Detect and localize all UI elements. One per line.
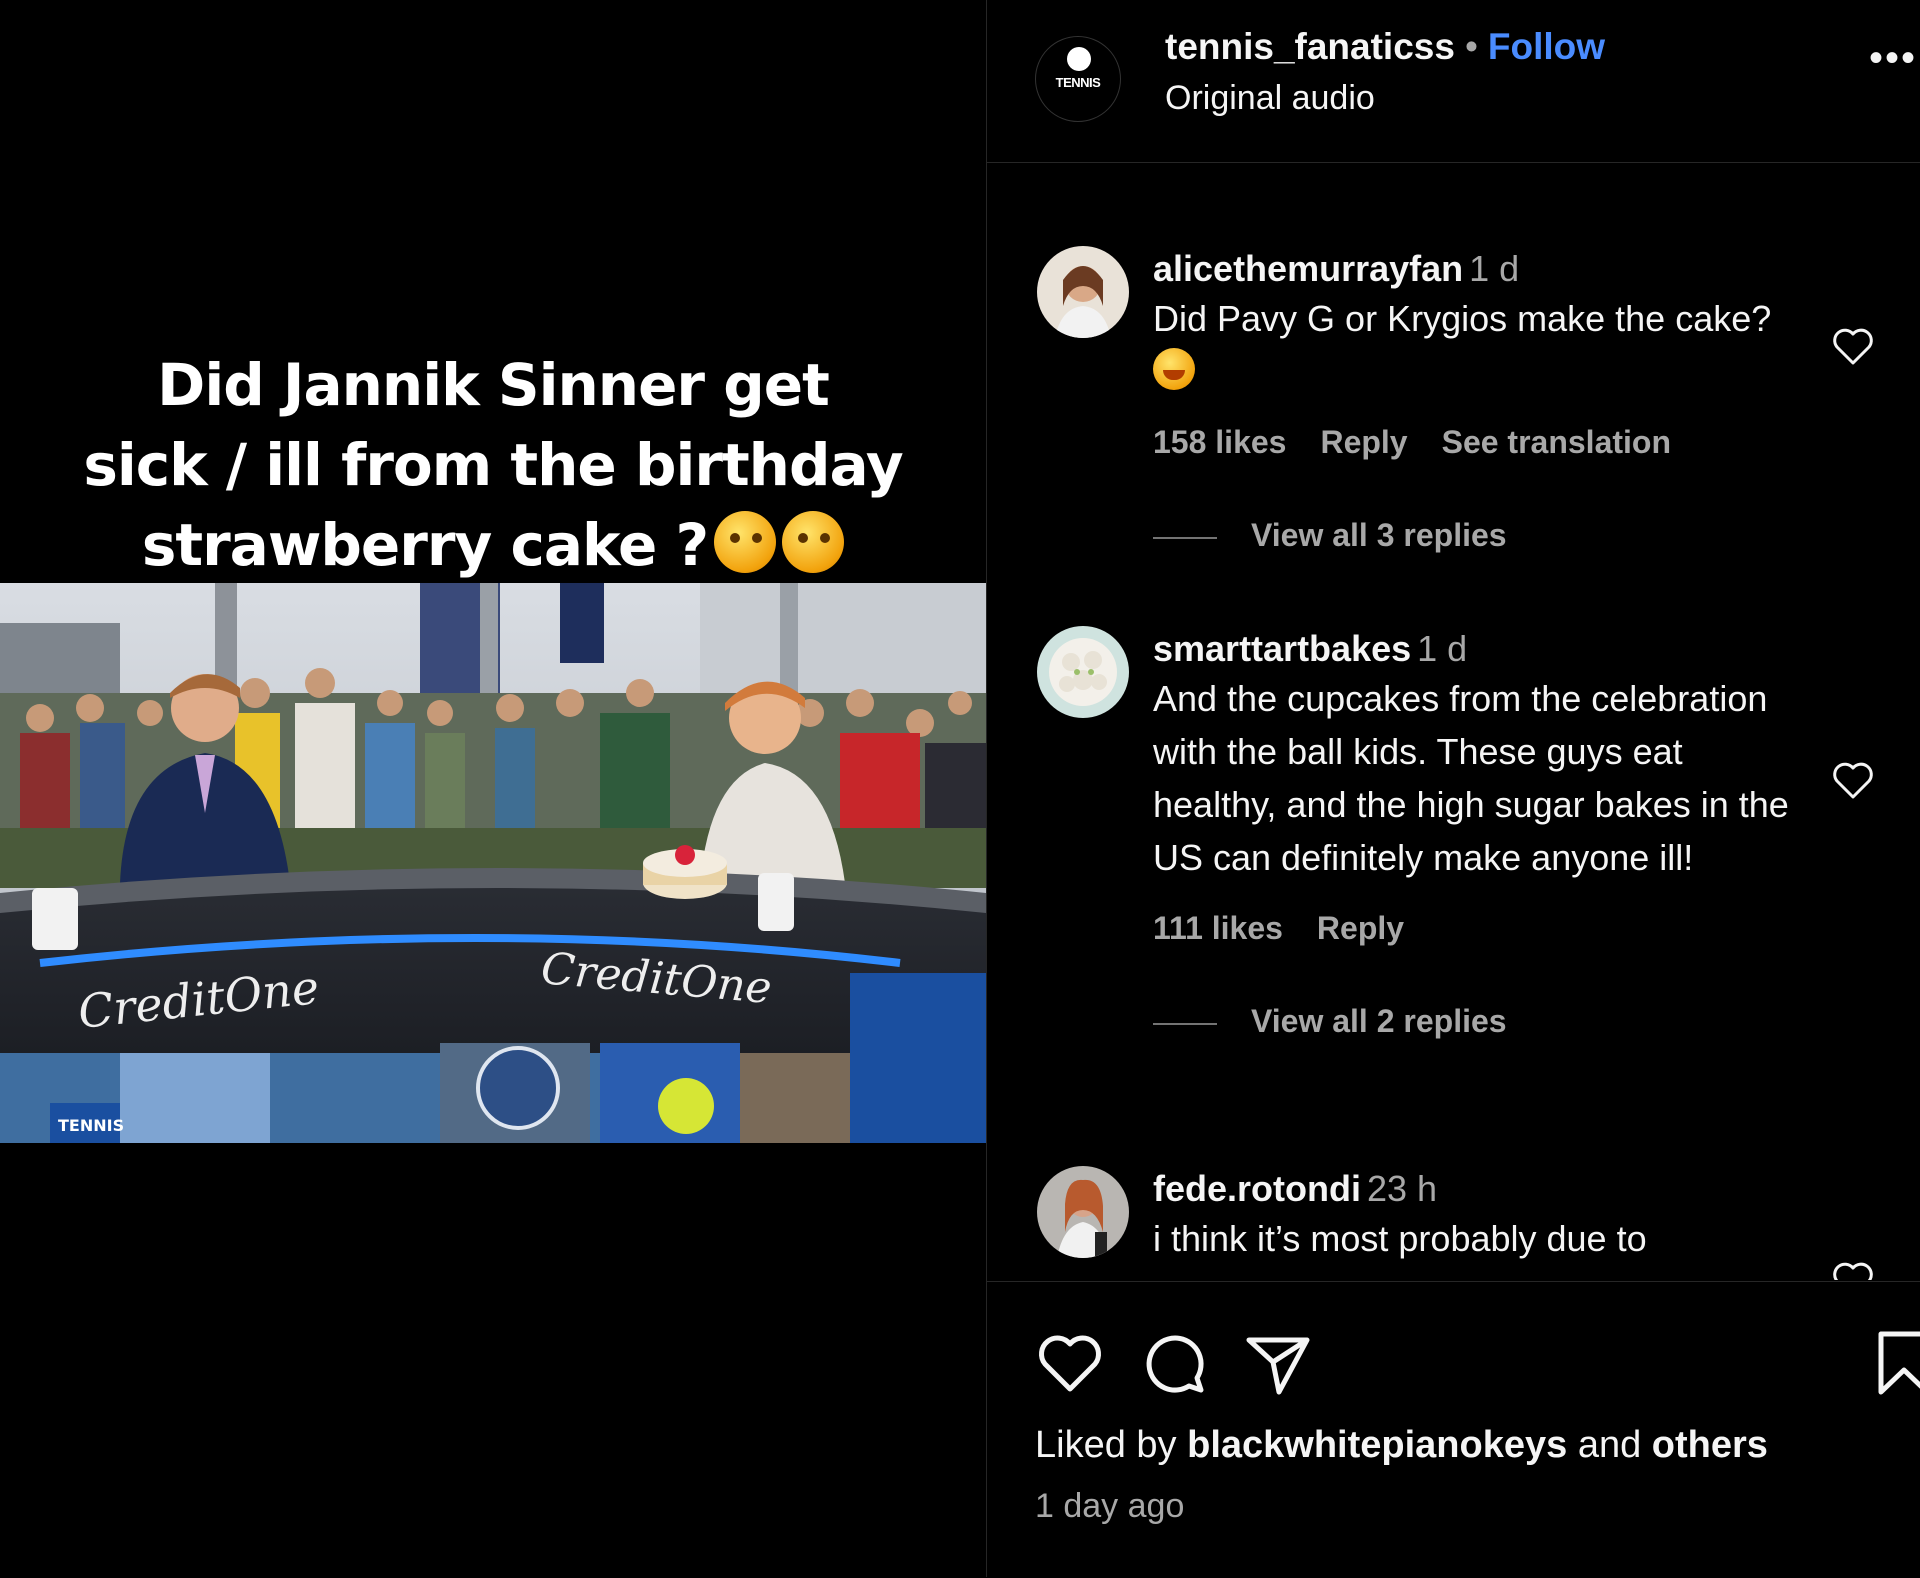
liked-by-line: Liked by blackwhitepianokeys and others <box>1035 1424 1768 1467</box>
post-header: TENNIS tennis_fanaticss • Follow Original … <box>987 0 1920 163</box>
comment-text: And the cupcakes from the celebration wi… <box>1153 678 1789 878</box>
comment-body: fede.rotondi 23 h i think it’s most proba… <box>1153 1166 1813 1265</box>
follow-button[interactable]: Follow <box>1488 26 1605 67</box>
tv-studio-scene: CreditOne CreditOne TENNIS <box>0 583 986 1143</box>
comments-sidebar: TENNIS tennis_fanaticss • Follow Original … <box>986 0 1920 1577</box>
author-line: tennis_fanaticss • Follow <box>1165 26 1605 68</box>
comment-username[interactable]: alicethemurrayfan <box>1153 248 1463 289</box>
tennis-ball-icon <box>1067 47 1091 71</box>
comment-bubble-icon[interactable] <box>1137 1326 1211 1400</box>
comment-text: Did Pavy G or Krygios make the cake? <box>1153 298 1772 339</box>
comments-list[interactable]: alicethemurrayfan 1 d Did Pavy G or Krygi… <box>987 162 1920 1280</box>
commenter-avatar[interactable] <box>1037 1166 1129 1258</box>
comment-time: 1 d <box>1417 628 1468 669</box>
comment-time: 1 d <box>1469 248 1520 289</box>
author-username[interactable]: tennis_fanaticss <box>1165 26 1455 67</box>
view-replies-button[interactable]: View all 2 replies <box>1153 1003 1813 1040</box>
comment-likes[interactable]: 111 likes <box>1153 910 1283 946</box>
comment-text: i think it’s most probably due to <box>1153 1218 1647 1259</box>
comment-body: alicethemurrayfan 1 d Did Pavy G or Krygi… <box>1153 246 1813 554</box>
comment-like-heart-icon[interactable] <box>1829 1256 1877 1280</box>
replies-divider <box>1153 536 1217 539</box>
audio-link[interactable]: Original audio <box>1165 79 1375 118</box>
reel-media-pane[interactable]: Did Jannik Sinner get sick / ill from th… <box>0 0 986 1577</box>
more-options-icon[interactable]: ••• <box>1869 36 1917 81</box>
woozy-face-emoji-icon <box>782 511 845 573</box>
caption-line-3: strawberry cake ? <box>141 511 709 579</box>
comment-like-heart-icon[interactable] <box>1829 322 1877 370</box>
like-heart-icon[interactable] <box>1033 1326 1107 1400</box>
reply-button[interactable]: Reply <box>1317 910 1404 946</box>
header-separator: • <box>1464 26 1478 67</box>
commenter-avatar[interactable] <box>1037 626 1129 718</box>
author-avatar-brand: TENNIS <box>1055 75 1101 90</box>
comment-meta: 158 likes Reply See translation <box>1153 424 1813 461</box>
comment-text-wrap: Did Pavy G or Krygios make the cake? <box>1153 292 1813 398</box>
comment-meta: 111 likes Reply <box>1153 910 1813 947</box>
save-bookmark-icon[interactable] <box>1867 1326 1920 1400</box>
post-actions-bar: Liked by blackwhitepianokeys and others … <box>987 1281 1920 1578</box>
view-replies-label: View all 2 replies <box>1251 1003 1507 1039</box>
monocle-face-emoji-icon <box>714 511 777 573</box>
replies-divider <box>1153 1022 1217 1025</box>
author-avatar[interactable]: TENNIS <box>1035 36 1121 122</box>
commenter-avatar[interactable] <box>1037 246 1129 338</box>
video-frame[interactable]: CreditOne CreditOne TENNIS <box>0 583 986 1143</box>
view-replies-button[interactable]: View all 3 replies <box>1153 517 1813 554</box>
comment-like-heart-icon[interactable] <box>1829 756 1877 804</box>
comment-username[interactable]: smarttartbakes <box>1153 628 1411 669</box>
reply-button[interactable]: Reply <box>1320 424 1407 460</box>
liked-by-others[interactable]: others <box>1652 1424 1768 1466</box>
comment-time: 23 h <box>1366 1168 1438 1209</box>
view-replies-label: View all 3 replies <box>1251 517 1507 553</box>
caption-line-2: sick / ill from the birthday <box>83 431 903 499</box>
post-timestamp[interactable]: 1 day ago <box>1035 1487 1184 1526</box>
caption-line-1: Did Jannik Sinner get <box>157 351 830 419</box>
share-paper-plane-icon[interactable] <box>1241 1326 1315 1400</box>
comment-body: smarttartbakes 1 d And the cupcakes from … <box>1153 626 1813 1040</box>
laughing-emoji-icon <box>1153 348 1195 390</box>
comment-likes[interactable]: 158 likes <box>1153 424 1286 460</box>
liked-by-user[interactable]: blackwhitepianokeys <box>1187 1424 1567 1466</box>
comment-username[interactable]: fede.rotondi <box>1153 1168 1361 1209</box>
liked-and: and <box>1577 1424 1642 1466</box>
see-translation-button[interactable]: See translation <box>1442 424 1671 460</box>
desk-small-brand: TENNIS <box>58 1116 124 1135</box>
liked-prefix: Liked by <box>1035 1424 1177 1466</box>
video-caption-overlay: Did Jannik Sinner get sick / ill from th… <box>20 345 966 585</box>
